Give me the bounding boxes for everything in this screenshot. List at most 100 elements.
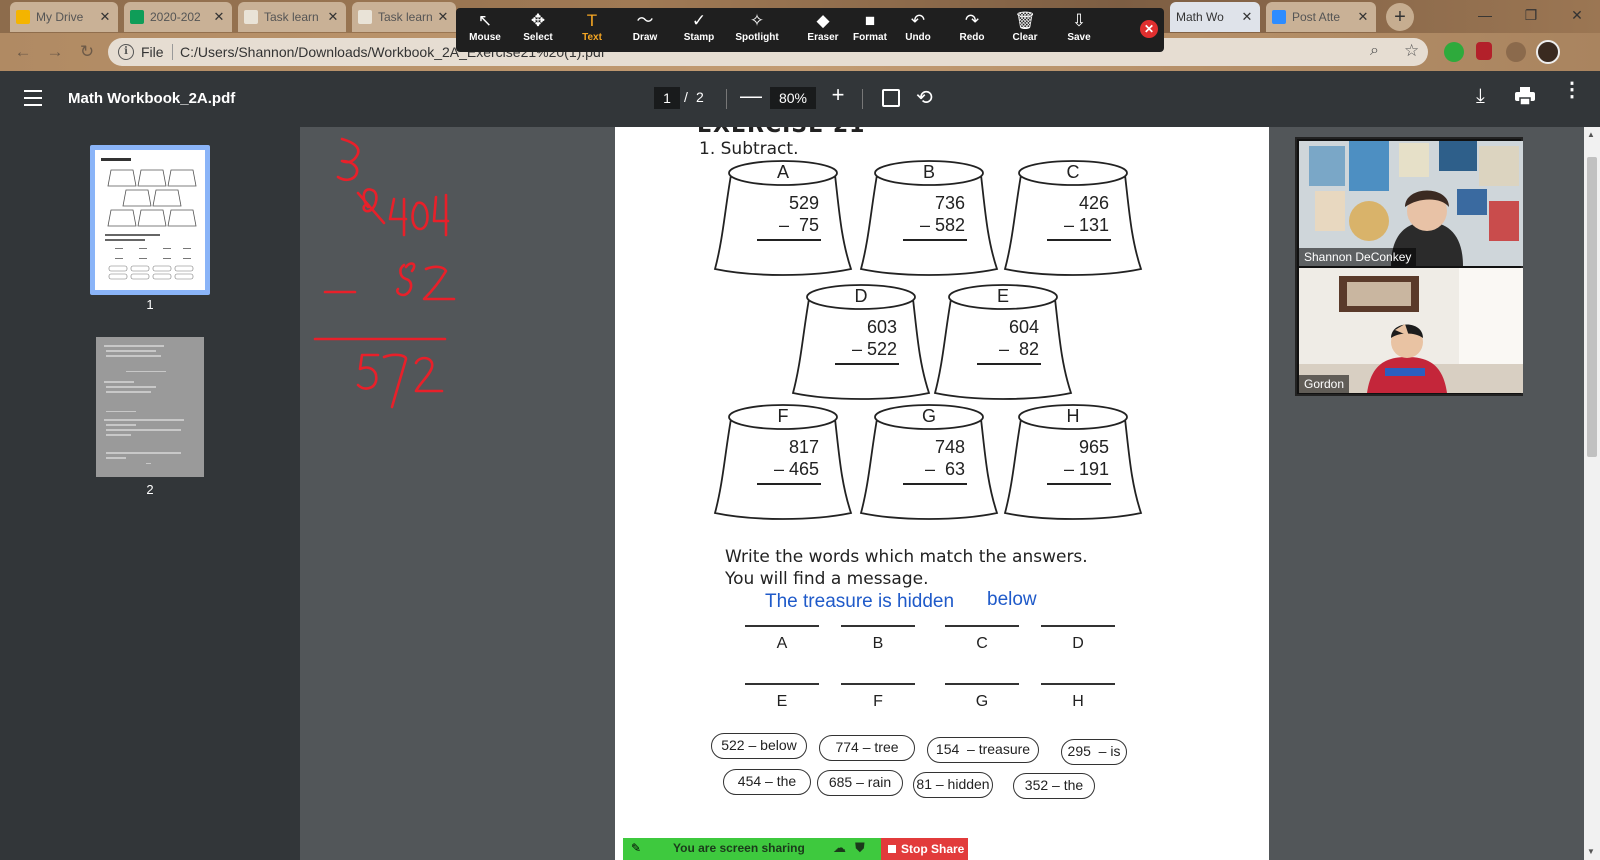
tool-draw[interactable]: 〜 Draw	[618, 8, 672, 52]
more-options-icon[interactable]: ⋮	[1562, 80, 1582, 100]
tool-clear[interactable]: 🗑 Clear	[998, 8, 1052, 52]
typed-answer-text: below	[987, 589, 1037, 610]
close-icon[interactable]: ✕	[1356, 9, 1370, 25]
scroll-up-icon[interactable]: ▲	[1587, 130, 1595, 139]
tab-sheets[interactable]: 2020-202 ✕	[124, 2, 232, 32]
tool-label: Text	[582, 32, 602, 43]
vertical-scrollbar[interactable]: ▲ ▼	[1584, 127, 1600, 860]
google-drive-icon	[16, 10, 30, 24]
stamp-icon: ✓	[691, 11, 707, 30]
answer-blank-h	[1041, 683, 1115, 685]
stop-icon	[888, 845, 896, 853]
tool-mouse[interactable]: ↖ Mouse	[458, 8, 512, 52]
tab-label: Task learn	[264, 10, 319, 24]
zoom-in-button[interactable]: +	[828, 82, 848, 108]
mouse-icon: ↖	[477, 11, 493, 30]
tool-format[interactable]: ■ Format	[843, 8, 897, 52]
tool-label: Format	[853, 32, 887, 43]
answer-blank-g	[945, 683, 1019, 685]
puzzle-icon[interactable]	[1506, 42, 1526, 62]
scrollbar-thumb[interactable]	[1587, 157, 1597, 457]
zoom-level-input[interactable]: 80%	[770, 87, 816, 109]
stump-problem-g: G 748– 63	[859, 403, 999, 521]
tool-undo[interactable]: ↶ Undo	[891, 8, 945, 52]
zoom-out-button[interactable]: —	[740, 83, 762, 109]
answer-line	[1047, 483, 1111, 485]
answer-line	[977, 363, 1041, 365]
pdf-canvas: EXERCISE 21 1. Subtract. A529– 75B736– 5…	[300, 127, 1584, 860]
subtrahend: – 75	[778, 215, 819, 235]
tool-stamp[interactable]: ✓ Stamp	[672, 8, 726, 52]
tool-spotlight[interactable]: ✧ Spotlight	[730, 8, 784, 52]
tab-task-learn-2[interactable]: Task learn ✕	[352, 2, 456, 32]
answer-blank-c	[945, 625, 1019, 627]
reload-icon[interactable]: ↻	[76, 41, 98, 63]
page-number-input[interactable]: 1	[654, 87, 680, 109]
spotlight-icon: ✧	[749, 11, 765, 30]
close-icon[interactable]: ✕	[98, 9, 112, 25]
thumbnail-page-2[interactable]	[96, 337, 204, 477]
tool-label: Spotlight	[735, 32, 779, 43]
tool-label: Draw	[632, 32, 658, 43]
tool-redo[interactable]: ↷ Redo	[945, 8, 999, 52]
tab-task-learn-1[interactable]: Task learn ✕	[238, 2, 346, 32]
tool-label: Save	[1067, 32, 1091, 43]
extension-icon[interactable]	[1444, 42, 1464, 62]
typed-answer-text: The treasure is hidden	[765, 591, 955, 612]
exercise-heading: EXERCISE 21	[697, 127, 865, 138]
divider	[862, 89, 863, 109]
tab-math-workbook[interactable]: Math Wo ✕	[1170, 2, 1260, 32]
url-scheme: File	[141, 44, 164, 60]
tab-post-attendance[interactable]: Post Atte ✕	[1266, 2, 1376, 32]
stump-problem-h: H 965– 191	[1003, 403, 1143, 521]
page-icon	[358, 10, 372, 24]
thumbnail-page-1-frame[interactable]	[90, 145, 210, 295]
blank-letter: G	[975, 693, 989, 710]
forward-icon[interactable]: →	[44, 41, 66, 63]
new-tab-button[interactable]: +	[1386, 3, 1414, 31]
rotate-icon[interactable]: ⟲	[916, 85, 933, 110]
stop-share-button[interactable]: Stop Share	[881, 838, 968, 860]
tool-select[interactable]: ✥ Select	[511, 8, 565, 52]
window-close-icon[interactable]: ✕	[1554, 0, 1600, 30]
page-separator: /	[684, 89, 688, 105]
ublock-icon[interactable]	[1476, 42, 1492, 60]
close-icon[interactable]: ✕	[1240, 9, 1254, 25]
close-icon[interactable]: ✕	[436, 9, 450, 25]
menu-icon[interactable]	[24, 90, 42, 106]
scroll-down-icon[interactable]: ▼	[1587, 847, 1595, 856]
sharing-status-text: You are screen sharing	[673, 841, 805, 855]
info-icon[interactable]: i	[118, 44, 134, 60]
freehand-annotation	[313, 137, 456, 409]
close-icon[interactable]: ✕	[212, 9, 226, 25]
tool-save[interactable]: ⇩ Save	[1052, 8, 1106, 52]
screen-share-bar: ✎ You are screen sharing ☁ ⛊ Stop Share	[623, 838, 968, 860]
tool-eraser[interactable]: ◆ Eraser	[796, 8, 850, 52]
stump-problem-a: A 529– 75	[713, 159, 853, 277]
close-annotation-icon[interactable]: ✕	[1140, 20, 1158, 38]
zoom-annotation-toolbar: ↖ Mouse ✥ Select T Text 〜 Draw ✓ Stamp ✧ Spotlight ◆…	[456, 8, 1164, 52]
zoom-lens-icon[interactable]: ⌕	[1370, 42, 1379, 60]
thumbnail-page-1[interactable]	[95, 150, 205, 290]
tab-my-drive[interactable]: My Drive ✕	[10, 2, 118, 32]
video-tile-shannon[interactable]: Shannon DeConkey	[1299, 141, 1523, 266]
answer-blank-e	[745, 683, 819, 685]
tab-label: My Drive	[36, 10, 84, 24]
download-icon[interactable]: ⤓	[1476, 85, 1485, 108]
fit-page-icon[interactable]	[882, 89, 900, 107]
restore-icon[interactable]: ❐	[1508, 0, 1554, 30]
subtrahend: – 131	[1063, 215, 1109, 235]
print-icon[interactable]	[1515, 87, 1535, 106]
answer-blank-b	[841, 625, 915, 627]
stump-letter: C	[1066, 162, 1080, 182]
tool-text[interactable]: T Text	[565, 8, 619, 52]
profile-avatar[interactable]	[1536, 40, 1560, 64]
bookmark-star-icon[interactable]: ☆	[1404, 41, 1419, 61]
back-icon[interactable]: ←	[12, 41, 34, 63]
video-tile-gordon[interactable]: Gordon	[1299, 268, 1523, 393]
sharing-status-bar[interactable]: ✎ You are screen sharing ☁ ⛊	[623, 838, 881, 860]
message-instruction-line-1: Write the words which match the answers.	[725, 547, 1088, 567]
minimize-icon[interactable]: —	[1462, 0, 1508, 30]
close-icon[interactable]: ✕	[326, 9, 340, 25]
thumbnail-label: 2	[146, 482, 154, 497]
